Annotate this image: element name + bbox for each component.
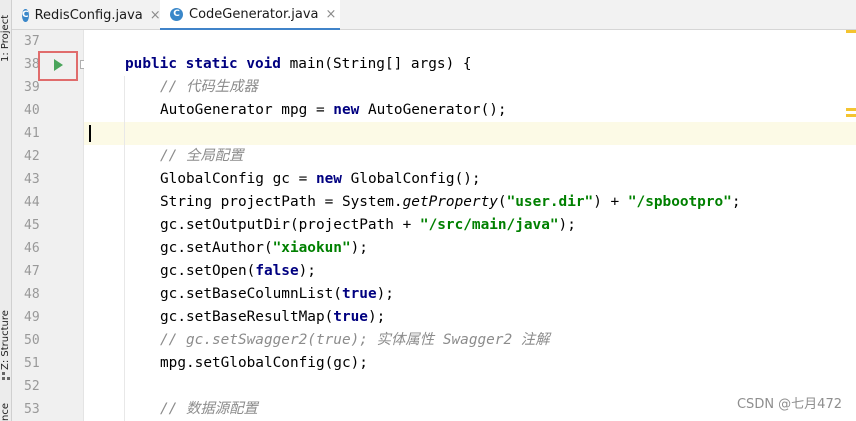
tab-label: CodeGenerator.java	[189, 6, 319, 22]
line-number: 44	[24, 195, 40, 210]
code-text: ) +	[593, 194, 628, 210]
structure-tool-window-button[interactable]: Z: Structure	[0, 300, 12, 370]
code-text: );	[367, 309, 386, 325]
code-text: AutoGenerator();	[359, 102, 507, 118]
keyword: false	[255, 263, 299, 279]
keyword: public	[125, 56, 177, 72]
code-text: gc.setBaseColumnList(	[160, 286, 342, 302]
code-line-44: String projectPath = System.getProperty(…	[160, 191, 741, 214]
keyword: true	[341, 286, 377, 302]
code-line-45: gc.setOutputDir(projectPath + "/src/main…	[160, 214, 576, 237]
line-number: 50	[24, 333, 40, 348]
error-stripe-marker[interactable]	[846, 114, 856, 117]
string-literal: "user.dir"	[506, 194, 594, 210]
code-text: gc.setOpen(	[160, 263, 256, 279]
text-cursor	[89, 125, 91, 142]
code-text: main(String[] args) {	[289, 56, 472, 72]
code-text: String projectPath = System.	[160, 194, 403, 210]
line-number: 41	[24, 126, 40, 141]
keyword: new	[315, 171, 342, 187]
code-text: GlobalConfig gc =	[160, 171, 316, 187]
code-text: GlobalConfig();	[341, 171, 481, 187]
code-line-53: // 数据源配置	[160, 398, 258, 421]
code-line-50: // gc.setSwagger2(true); 实体属性 Swagger2 注…	[160, 329, 550, 352]
line-number: 52	[24, 379, 40, 394]
class-icon: C	[22, 8, 29, 22]
line-number: 47	[24, 264, 40, 279]
line-number: 42	[24, 149, 40, 164]
tab-codegenerator[interactable]: C CodeGenerator.java ×	[160, 0, 340, 31]
structure-icon	[2, 372, 10, 380]
comment: // 数据源配置	[160, 401, 258, 417]
code-line-38: public static void main(String[] args) {	[125, 53, 472, 76]
keyword: static	[185, 56, 238, 72]
line-number: 37	[24, 34, 40, 49]
left-tool-strip: 1: Project Z: Structure nce	[0, 0, 12, 421]
line-number: 51	[24, 356, 40, 371]
line-number: 45	[24, 218, 40, 233]
keyword: new	[333, 102, 360, 118]
keyword: void	[246, 56, 281, 72]
error-stripe-marker[interactable]	[846, 108, 856, 111]
code-text: (	[497, 194, 507, 210]
bottom-tool-window-button[interactable]: nce	[0, 398, 12, 421]
code-line-47: gc.setOpen(false);	[160, 260, 316, 283]
run-icon	[54, 59, 63, 71]
code-line-40: AutoGenerator mpg = new AutoGenerator();	[160, 99, 507, 122]
keyword: true	[333, 309, 368, 325]
indent-guide	[124, 76, 125, 421]
line-number: 40	[24, 103, 40, 118]
line-number-gutter[interactable]: 37 38 39 40 41 42 43 44 45 46 47 48 49 5…	[12, 30, 84, 421]
editor-tab-bar: C RedisConfig.java × C CodeGenerator.jav…	[12, 0, 856, 31]
comment: // 代码生成器	[160, 79, 258, 95]
code-line-43: GlobalConfig gc = new GlobalConfig();	[160, 168, 481, 191]
line-number: 46	[24, 241, 40, 256]
code-text: mpg.setGlobalConfig(gc);	[160, 355, 368, 371]
comment: // 全局配置	[160, 148, 244, 164]
code-line-48: gc.setBaseColumnList(true);	[160, 283, 394, 306]
code-line-42: // 全局配置	[160, 145, 244, 168]
project-tool-window-button[interactable]: 1: Project	[0, 2, 12, 62]
code-text: gc.setBaseResultMap(	[160, 309, 334, 325]
code-text: ;	[731, 194, 741, 210]
line-number: 53	[24, 402, 40, 417]
string-literal: "xiaokun"	[272, 240, 351, 256]
code-text: gc.setAuthor(	[160, 240, 273, 256]
string-literal: "/src/main/java"	[419, 217, 559, 233]
code-text: );	[558, 217, 576, 233]
code-text: AutoGenerator mpg =	[160, 102, 334, 118]
code-editor[interactable]: public static void main(String[] args) {…	[84, 30, 856, 421]
code-line-46: gc.setAuthor("xiaokun");	[160, 237, 368, 260]
run-main-button[interactable]	[38, 51, 78, 81]
close-icon[interactable]: ×	[325, 7, 336, 22]
code-line-51: mpg.setGlobalConfig(gc);	[160, 352, 368, 375]
line-number: 48	[24, 287, 40, 302]
code-line-49: gc.setBaseResultMap(true);	[160, 306, 385, 329]
code-line-39: // 代码生成器	[160, 76, 258, 99]
comment: // gc.setSwagger2(true); 实体属性 Swagger2 注…	[160, 332, 550, 348]
method-name: getProperty	[402, 194, 498, 210]
code-text: );	[350, 240, 368, 256]
line-number: 43	[24, 172, 40, 187]
code-text: );	[376, 286, 394, 302]
current-line-highlight	[84, 122, 856, 145]
class-icon: C	[170, 7, 183, 21]
code-text: );	[298, 263, 316, 279]
error-stripe-marker[interactable]	[846, 30, 856, 33]
line-number: 49	[24, 310, 40, 325]
tab-label: RedisConfig.java	[34, 7, 143, 23]
code-text: gc.setOutputDir(projectPath +	[160, 217, 420, 233]
watermark: CSDN @七月472	[736, 397, 842, 412]
tab-redisconfig[interactable]: C RedisConfig.java ×	[12, 0, 161, 30]
string-literal: "/spbootpro"	[627, 194, 732, 210]
